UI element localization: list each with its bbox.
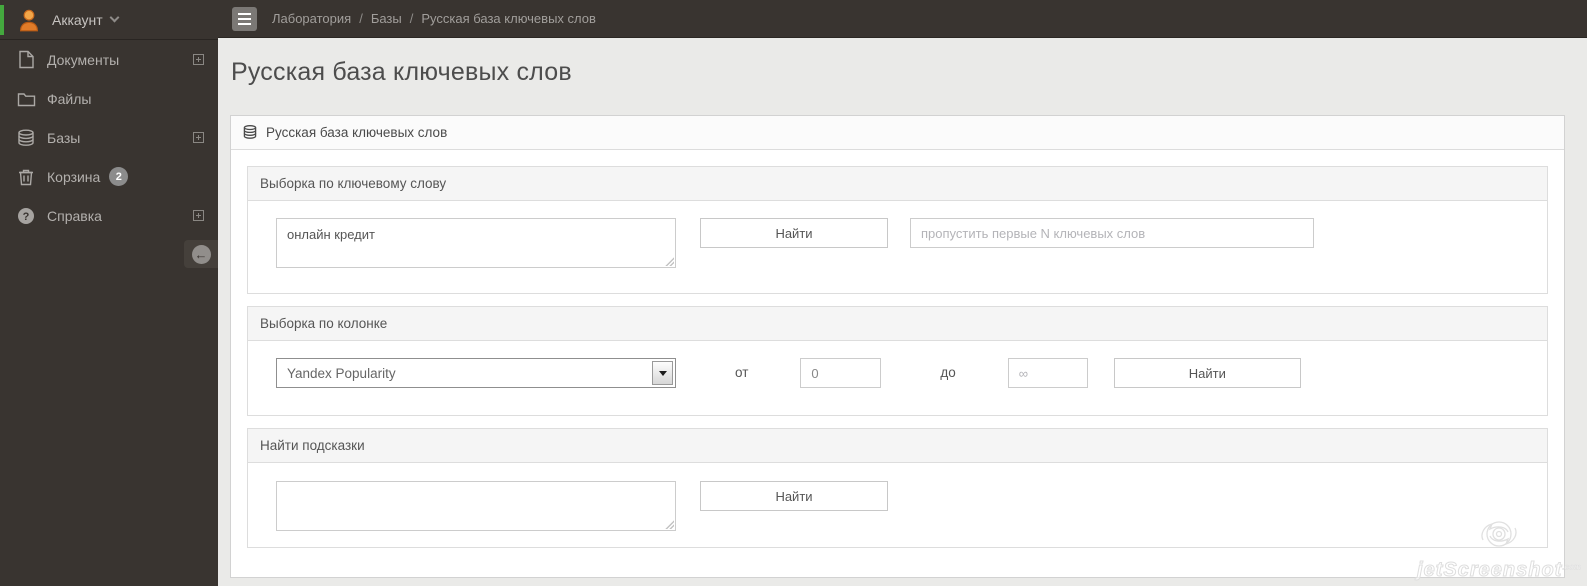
breadcrumb-current: Русская база ключевых слов — [421, 11, 596, 26]
breadcrumb-link-laboratory[interactable]: Лаборатория — [272, 11, 351, 26]
expand-icon[interactable] — [193, 210, 204, 221]
range-to-input[interactable] — [1007, 358, 1088, 388]
sidebar-item-databases[interactable]: Базы — [0, 118, 218, 157]
sidebar: Аккаунт Документы Файлы Базы Корзина 2 ?… — [0, 0, 218, 586]
expand-icon[interactable] — [193, 54, 204, 65]
section-find-hints: Найти подсказки Найти — [247, 428, 1548, 548]
folder-icon — [16, 89, 36, 109]
sidebar-item-label: Справка — [47, 207, 102, 224]
hints-search-button[interactable]: Найти — [700, 481, 888, 511]
topbar: Лаборатория / Базы / Русская база ключев… — [218, 0, 1587, 38]
to-label: до — [940, 365, 956, 380]
panel-header: Русская база ключевых слов — [231, 116, 1564, 150]
section-column-selection: Выборка по колонке Yandex Popularity от … — [247, 306, 1548, 416]
sidebar-item-documents[interactable]: Документы — [0, 40, 218, 79]
keyword-textarea[interactable]: онлайн кредит — [276, 218, 676, 268]
select-dropdown-icon[interactable] — [652, 361, 673, 385]
expand-icon[interactable] — [193, 132, 204, 143]
active-indicator — [0, 5, 4, 35]
section-body: Yandex Popularity от до Найти — [248, 341, 1547, 415]
section-keyword-selection: Выборка по ключевому слову онлайн кредит… — [247, 166, 1548, 294]
help-icon: ? — [16, 206, 36, 226]
skip-n-keywords-input[interactable] — [910, 218, 1314, 248]
breadcrumb-link-databases[interactable]: Базы — [371, 11, 402, 26]
keyword-search-button[interactable]: Найти — [700, 218, 888, 248]
section-body: Найти — [248, 463, 1547, 547]
account-label: Аккаунт — [52, 11, 103, 28]
sidebar-item-files[interactable]: Файлы — [0, 79, 218, 118]
sidebar-item-help[interactable]: ? Справка — [0, 196, 218, 235]
sidebar-item-label: Корзина — [47, 168, 101, 185]
section-body: онлайн кредит Найти — [248, 201, 1547, 293]
column-select[interactable]: Yandex Popularity — [276, 358, 676, 388]
range-from-input[interactable] — [800, 358, 882, 388]
document-icon — [16, 50, 36, 70]
account-menu[interactable]: Аккаунт — [0, 0, 218, 40]
menu-toggle-button[interactable] — [232, 6, 257, 31]
column-search-button[interactable]: Найти — [1113, 358, 1301, 388]
from-label: от — [735, 365, 749, 380]
page-title: Русская база ключевых слов — [231, 58, 572, 86]
chevron-down-icon — [109, 12, 120, 23]
column-select-value: Yandex Popularity — [287, 365, 396, 381]
database-icon — [243, 125, 257, 140]
sidebar-menu: Документы Файлы Базы Корзина 2 ? Справка — [0, 40, 218, 235]
panel-russian-keyword-db: Русская база ключевых слов Выборка по кл… — [230, 115, 1565, 578]
sidebar-item-trash[interactable]: Корзина 2 — [0, 157, 218, 196]
breadcrumb: Лаборатория / Базы / Русская база ключев… — [272, 11, 596, 26]
section-header: Найти подсказки — [248, 429, 1547, 463]
trash-icon — [16, 167, 36, 187]
breadcrumb-separator: / — [359, 11, 363, 26]
svg-text:?: ? — [23, 211, 30, 223]
watermark-suffix: .com — [1562, 562, 1581, 572]
section-header: Выборка по колонке — [248, 307, 1547, 341]
sidebar-item-label: Файлы — [47, 90, 92, 107]
section-header: Выборка по ключевому слову — [248, 167, 1547, 201]
sidebar-item-label: Документы — [47, 51, 120, 68]
breadcrumb-separator: / — [409, 11, 414, 26]
panel-title: Русская база ключевых слов — [266, 125, 448, 140]
hints-textarea[interactable] — [276, 481, 676, 531]
arrow-left-icon: ← — [191, 244, 211, 264]
avatar-icon — [16, 7, 42, 33]
sidebar-item-label: Базы — [47, 129, 81, 146]
trash-count-badge: 2 — [109, 167, 129, 186]
sidebar-collapse-button[interactable]: ← — [184, 240, 218, 268]
database-icon — [16, 128, 36, 148]
